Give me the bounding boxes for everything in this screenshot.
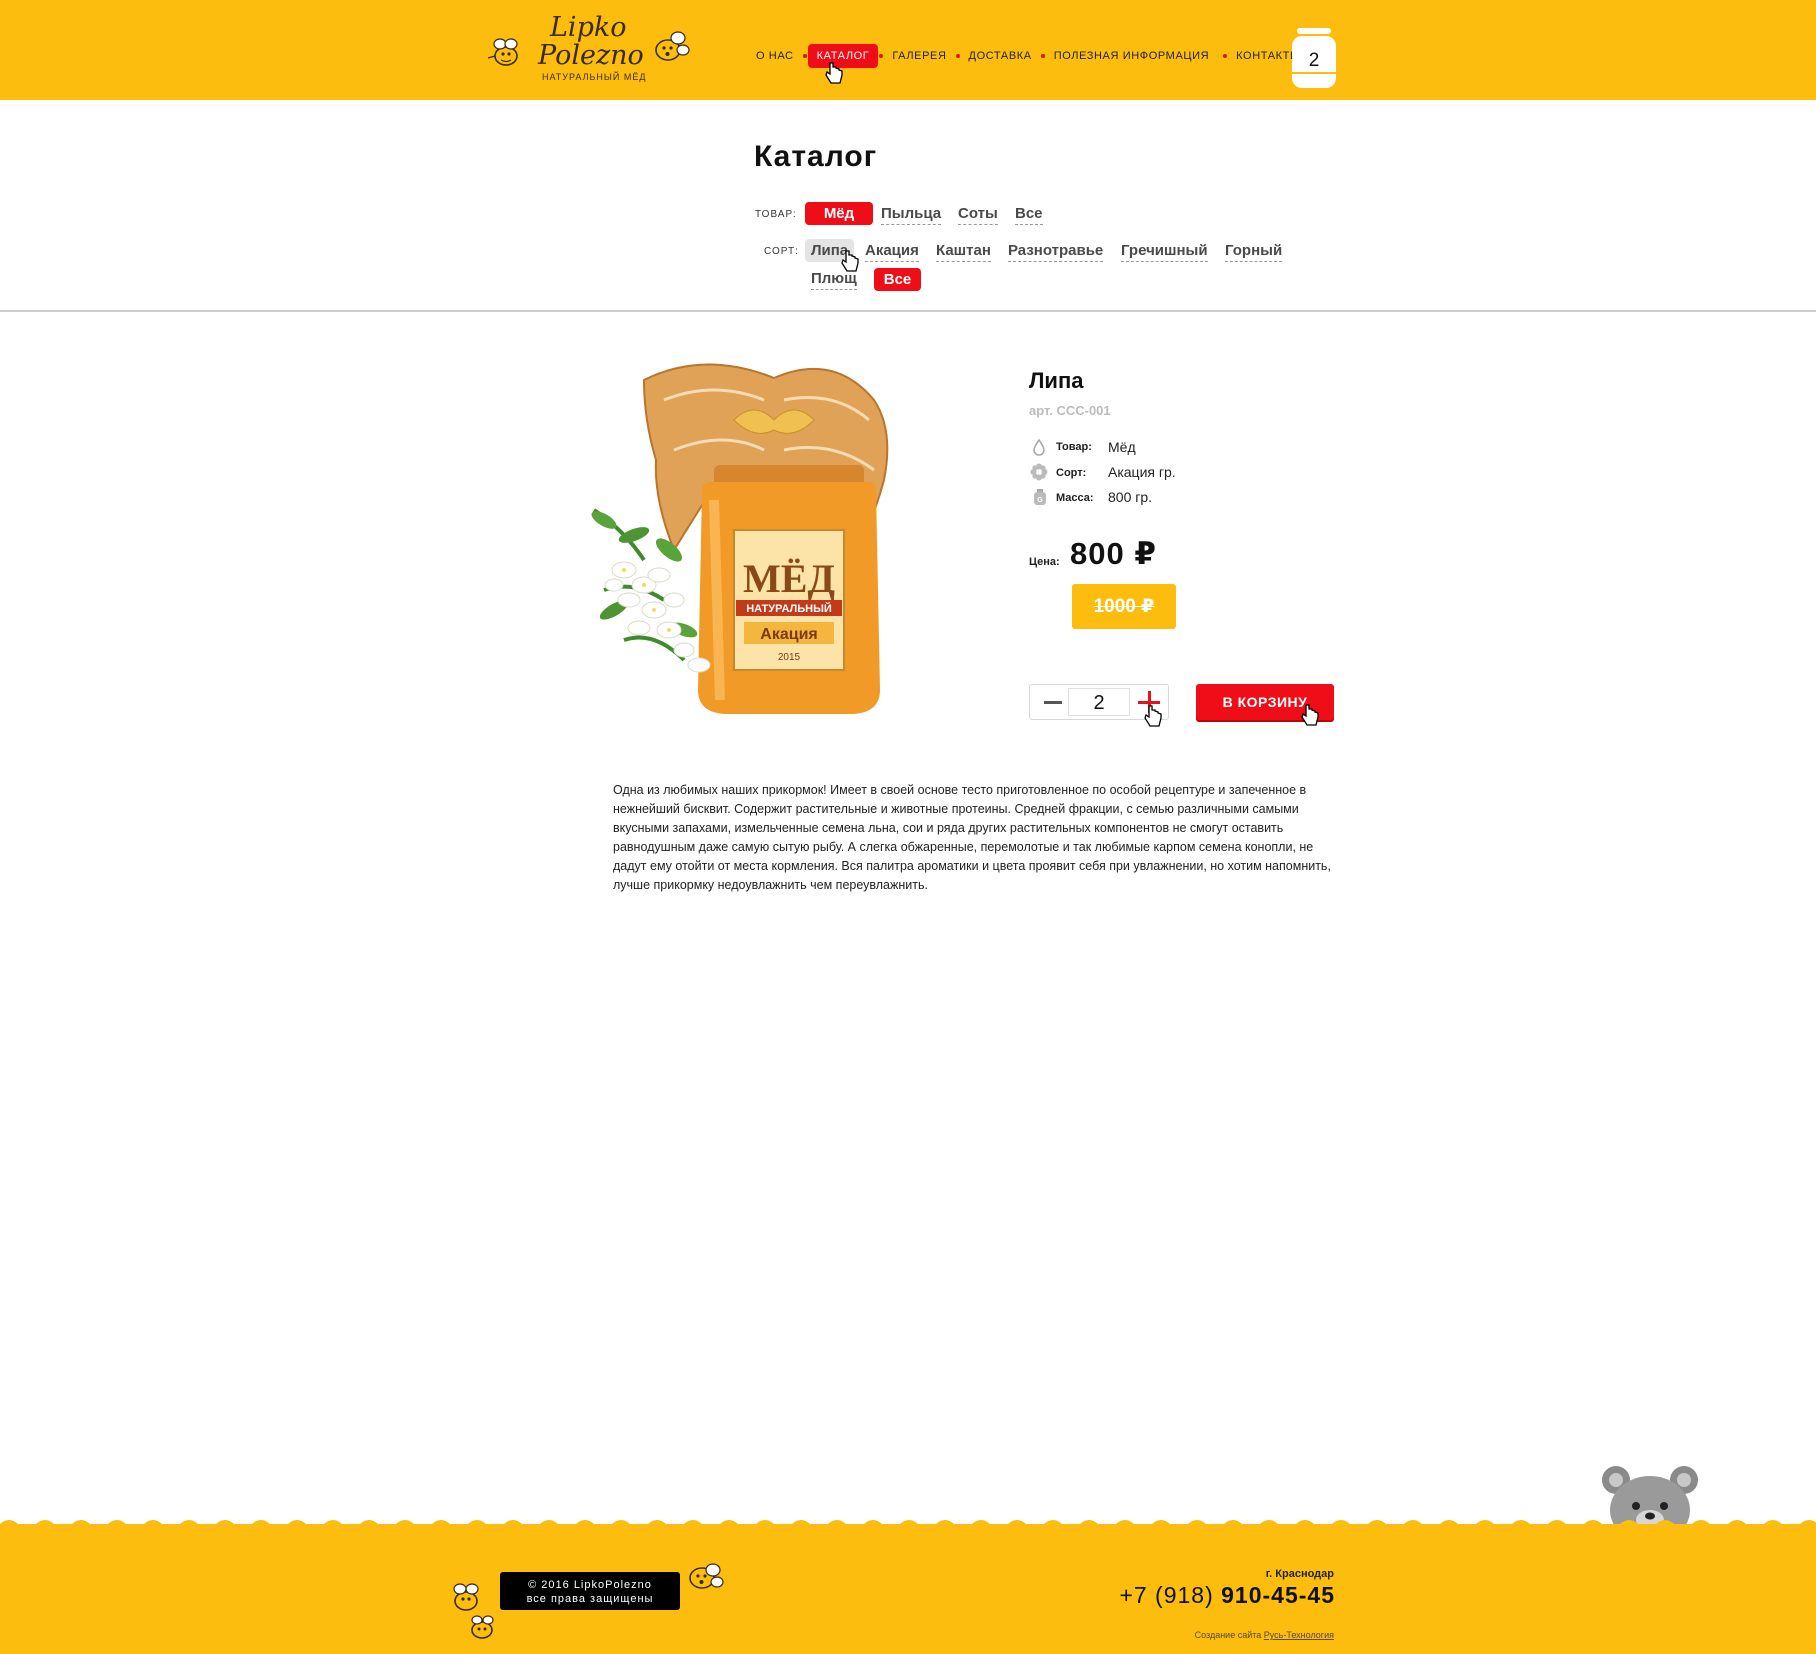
nav-separator xyxy=(1223,54,1228,58)
section-divider xyxy=(0,310,1816,312)
jar-label-title: МЁД xyxy=(743,556,835,601)
copyright-badge: © 2016 LipkoPolezno все права защищены xyxy=(500,1572,680,1610)
filter-product-honey[interactable]: Мёд xyxy=(805,202,873,225)
nav-item-delivery[interactable]: ДОСТАВКА xyxy=(961,44,1040,68)
sort-filter-label: СОРТ: xyxy=(764,246,799,257)
bee-icon xyxy=(655,31,690,61)
hand-cursor-icon xyxy=(1301,704,1319,726)
credit-text: Создание сайта xyxy=(1194,1630,1264,1640)
weight-icon: G xyxy=(1034,489,1046,505)
hand-cursor-icon xyxy=(825,62,843,84)
bee-icon xyxy=(471,1615,494,1639)
product-price: 800 ₽ xyxy=(1070,536,1157,571)
nav-separator xyxy=(955,54,960,58)
phone-prefix: +7 (918) xyxy=(1119,1582,1222,1608)
product-filter-label: ТОВАР: xyxy=(755,209,797,220)
attr-product-label: Товар: xyxy=(1056,441,1092,453)
attr-sort-value: Акация гр. xyxy=(1108,464,1176,480)
jar-label-subtitle: НАТУРАЛЬНЫЙ xyxy=(746,602,832,615)
attr-product-value: Мёд xyxy=(1108,439,1136,455)
phone-number: 910-45-45 xyxy=(1221,1582,1335,1608)
attr-weight-label: Масса: xyxy=(1056,492,1094,504)
site-header: Lipko Polezno НАТУРАЛЬНЫЙ МЁД О НАС КАТА… xyxy=(0,0,1816,100)
quantity-input[interactable]: 2 xyxy=(1068,688,1130,716)
filter-product-combs[interactable]: Соты xyxy=(958,205,998,225)
site-logo[interactable]: Lipko Polezno НАТУРАЛЬНЫЙ МЁД xyxy=(486,10,690,86)
old-price: 1000 ₽ xyxy=(1093,596,1155,617)
flower-icon xyxy=(1030,463,1048,481)
copyright-line1: © 2016 LipkoPolezno xyxy=(528,1579,652,1591)
filter-product-pollen[interactable]: Пыльца xyxy=(881,205,942,225)
old-price-badge: 1000 ₽ xyxy=(1072,584,1176,629)
bee-icon xyxy=(453,1583,479,1611)
hand-cursor-icon xyxy=(841,250,859,272)
footer-background xyxy=(0,1524,1816,1654)
cart-count: 2 xyxy=(1308,50,1320,71)
filter-sort-buckwheat[interactable]: Гречишный xyxy=(1121,242,1208,262)
credit-link[interactable]: Русь-Технология xyxy=(1264,1630,1334,1640)
svg-text:G: G xyxy=(1037,497,1043,504)
site-footer xyxy=(0,1512,1816,1654)
product-description: Одна из любимых наших прикормок! Имеет в… xyxy=(613,783,1331,892)
copyright-line2: все права защищены xyxy=(526,1593,654,1605)
filter-sort-chestnut[interactable]: Каштан xyxy=(936,242,991,262)
filter-product-all[interactable]: Все xyxy=(1015,205,1043,225)
drop-icon xyxy=(1033,438,1045,456)
developer-credit: Создание сайта Русь-Технология xyxy=(1195,1630,1334,1640)
nav-item-gallery[interactable]: ГАЛЕРЕЯ xyxy=(884,44,954,68)
logo-text-line2: Polezno xyxy=(538,40,644,71)
filter-sort-mixed-herbs[interactable]: Разнотравье xyxy=(1008,242,1104,262)
footer-city: г. Краснодар xyxy=(1265,1568,1334,1580)
jar-label-year: 2015 xyxy=(778,652,801,663)
nav-separator xyxy=(802,54,807,58)
jar-label-sort: Акация xyxy=(760,626,817,643)
logo-tagline: НАТУРАЛЬНЫЙ МЁД xyxy=(542,72,647,82)
nav-separator xyxy=(879,54,884,58)
bee-icon xyxy=(487,38,518,66)
product-name: Липа xyxy=(1029,368,1084,393)
product-photo: МЁД НАТУРАЛЬНЫЙ Акация 2015 xyxy=(591,363,889,714)
nav-separator xyxy=(1040,54,1045,58)
hand-cursor-icon xyxy=(1144,705,1162,727)
nav-item-useful-info[interactable]: ПОЛЕЗНАЯ ИНФОРМАЦИЯ xyxy=(1046,44,1217,68)
page-title: Каталог xyxy=(754,140,878,173)
footer-phone[interactable]: +7 (918) 910-45-45 xyxy=(1119,1582,1335,1609)
nav-item-about[interactable]: О НАС xyxy=(748,44,802,68)
bee-icon xyxy=(689,1563,724,1589)
filter-sort-mountain[interactable]: Горный xyxy=(1225,242,1283,262)
filter-sort-acacia[interactable]: Акация xyxy=(865,242,919,262)
logo-text-line1: Lipko xyxy=(550,12,627,43)
attr-weight-value: 800 гр. xyxy=(1108,489,1153,505)
attr-sort-label: Сорт: xyxy=(1056,467,1087,479)
cart-button[interactable]: 2 xyxy=(1291,28,1337,88)
quantity-decrease-button[interactable] xyxy=(1044,701,1062,704)
product-article: арт. ССС-001 xyxy=(1029,403,1111,418)
filter-sort-all[interactable]: Все xyxy=(874,268,921,291)
price-label: Цена: xyxy=(1029,556,1060,568)
